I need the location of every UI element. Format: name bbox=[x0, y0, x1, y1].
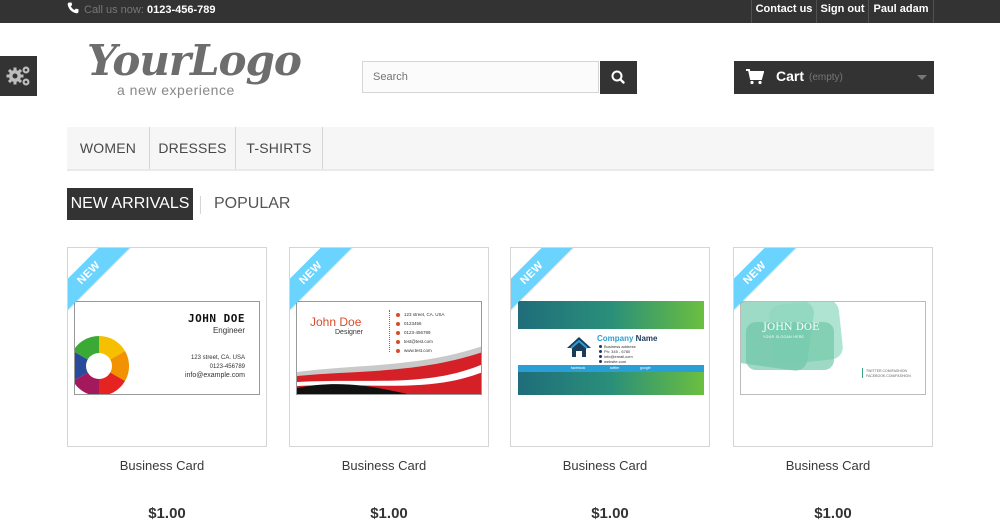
tab-popular[interactable]: POPULAR bbox=[214, 188, 290, 220]
product-tile[interactable]: John Doe Designer 123 street, CA. USA 01… bbox=[289, 247, 489, 447]
card-name: John Doe bbox=[310, 315, 362, 329]
product-tile[interactable]: Company Name Business address Ph: 345 - … bbox=[510, 247, 710, 447]
menu-item-women[interactable]: WOMEN bbox=[67, 127, 150, 169]
color-wheel-graphic bbox=[75, 335, 130, 394]
card-social-2: FACEBOOK.COM/FASHION bbox=[866, 374, 911, 378]
product-price: $1.00 bbox=[148, 505, 186, 522]
phone-number: 0123-456-789 bbox=[146, 4, 216, 16]
product-name[interactable]: Business Card bbox=[62, 458, 262, 473]
card-accent-bar bbox=[862, 368, 863, 378]
product-name[interactable]: Business Card bbox=[505, 458, 705, 473]
product-tile[interactable]: JOHN DOE Engineer 123 street, CA. USA 01… bbox=[67, 247, 267, 447]
product-image[interactable]: John Doe Designer 123 street, CA. USA 01… bbox=[296, 301, 482, 395]
product-price: $1.00 bbox=[814, 505, 852, 522]
card-contact-2: 0123456 bbox=[404, 321, 422, 326]
card-name: JOHN DOE bbox=[188, 312, 245, 325]
menu-item-dresses[interactable]: DRESSES bbox=[150, 127, 236, 169]
product-tile[interactable]: JOHN DOE YOUR SLOGAN HERE TWITTER.COM/FA… bbox=[733, 247, 933, 447]
call-us: Call us now: 0123-456-789 bbox=[67, 0, 216, 23]
card-contact-3: 0123-456789 bbox=[404, 330, 431, 335]
card-title: Engineer bbox=[212, 326, 245, 335]
contact-us-link[interactable]: Contact us bbox=[751, 0, 816, 23]
search-button[interactable] bbox=[600, 61, 637, 94]
card-company: Company Name bbox=[597, 334, 658, 343]
cart-button[interactable]: Cart (empty) bbox=[734, 61, 934, 94]
chevron-down-icon bbox=[917, 75, 927, 80]
cart-status: (empty) bbox=[809, 72, 843, 83]
main-menu: WOMEN DRESSES T-SHIRTS bbox=[67, 127, 934, 171]
gears-icon bbox=[6, 66, 30, 86]
contact-bullets-graphic bbox=[599, 345, 602, 363]
sign-out-link[interactable]: Sign out bbox=[816, 0, 868, 23]
store-logo[interactable]: YourLogo a new experience bbox=[87, 36, 302, 102]
product-name[interactable]: Business Card bbox=[728, 458, 928, 473]
card-footer-3: google bbox=[640, 366, 651, 370]
call-label: Call us now: bbox=[84, 4, 144, 16]
cart-label: Cart bbox=[776, 68, 805, 84]
card-phone: 0123-456789 bbox=[209, 364, 245, 370]
search-icon bbox=[611, 70, 625, 84]
cart-icon bbox=[746, 69, 764, 85]
logo-script: YourLogo bbox=[87, 36, 302, 85]
card-email: info@example.com bbox=[184, 372, 245, 379]
product-name[interactable]: Business Card bbox=[284, 458, 484, 473]
house-logo-icon bbox=[567, 337, 591, 357]
card-address: 123 street, CA. USA bbox=[190, 355, 245, 361]
card-name: JOHN DOE bbox=[763, 322, 820, 333]
card-title: Designer bbox=[335, 329, 364, 336]
red-wave-graphic bbox=[297, 346, 481, 394]
product-price: $1.00 bbox=[370, 505, 408, 522]
tab-new-arrivals[interactable]: NEW ARRIVALS bbox=[67, 188, 193, 220]
menu-item-tshirts[interactable]: T-SHIRTS bbox=[236, 127, 323, 169]
card-slogan: YOUR SLOGAN HERE bbox=[763, 335, 805, 339]
card-social-1: TWITTER.COM/FASHION bbox=[866, 369, 908, 373]
card-footer-2: twitter bbox=[610, 366, 620, 370]
settings-toggle[interactable] bbox=[0, 56, 37, 96]
phone-icon bbox=[67, 2, 79, 14]
card-line-4: website.com bbox=[604, 359, 627, 364]
account-link[interactable]: Paul adam bbox=[868, 0, 934, 23]
teal-shapes-graphic bbox=[741, 302, 843, 371]
card-footer-1: facebook bbox=[571, 366, 586, 370]
search-input[interactable] bbox=[363, 62, 598, 92]
product-price: $1.00 bbox=[591, 505, 629, 522]
card-contact-1: 123 street, CA. USA bbox=[404, 312, 445, 317]
search-field[interactable] bbox=[362, 61, 599, 93]
product-image[interactable]: JOHN DOE YOUR SLOGAN HERE TWITTER.COM/FA… bbox=[740, 301, 926, 395]
top-bar: Call us now: 0123-456-789 Contact us Sig… bbox=[0, 0, 1000, 23]
product-image[interactable]: JOHN DOE Engineer 123 street, CA. USA 01… bbox=[74, 301, 260, 395]
product-image[interactable]: Company Name Business address Ph: 345 - … bbox=[518, 301, 704, 395]
tab-divider bbox=[200, 196, 201, 214]
logo-tagline: a new experience bbox=[117, 82, 235, 98]
